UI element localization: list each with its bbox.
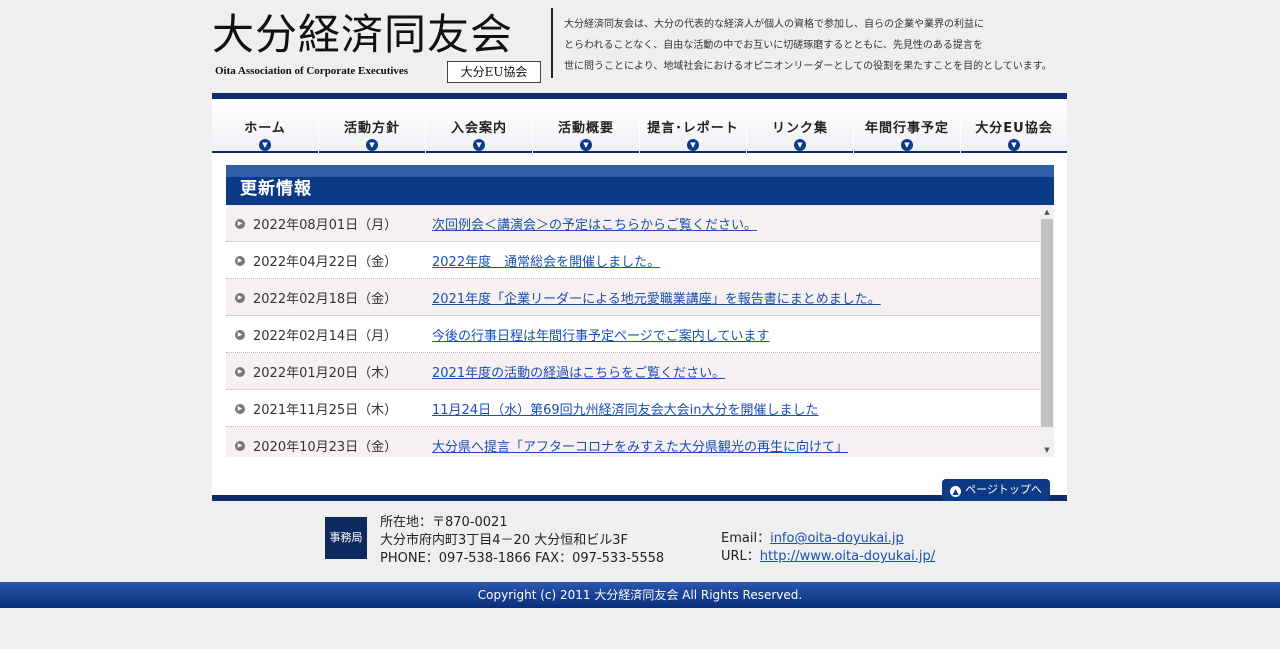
chevron-down-circle-icon: ▼	[259, 139, 271, 151]
news-link[interactable]: 2022年度 通常総会を開催しました。	[432, 251, 660, 270]
news-date: 2022年04月22日（金）	[253, 255, 398, 270]
news-date: 2021年11月25日（木）	[253, 403, 398, 418]
chevron-right-circle-icon: ▶	[235, 441, 245, 451]
news-item: ▶ 2022年08月01日（月） 次回例会＜講演会＞の予定はこちらからご覧くださ…	[226, 205, 1054, 242]
address-line: 所在地：〒870-0021	[380, 515, 508, 530]
news-date: 2022年01月20日（木）	[253, 366, 398, 381]
chevron-right-circle-icon: ▶	[235, 330, 245, 340]
address-line: PHONE：097-538-1866 FAX：097-533-5558	[380, 551, 665, 566]
intro-line: 大分経済同友会は、大分の代表的な経済人が個人の資格で参加し、自らの企業や業界の利…	[564, 19, 984, 30]
office-badge: 事務局	[325, 517, 367, 559]
nav-item-links[interactable]: リンク集 ▼	[747, 103, 853, 153]
news-date: 2022年02月18日（金）	[253, 292, 398, 307]
nav-item-policy[interactable]: 活動方針 ▼	[319, 103, 425, 153]
scroll-down-arrow-icon[interactable]: ▼	[1040, 443, 1054, 457]
nav-item-label: 入会案内	[450, 121, 507, 136]
nav-item-home[interactable]: ホーム ▼	[212, 103, 318, 153]
office-contact: Email：info@oita-doyukai.jp URL：http://ww…	[721, 530, 935, 566]
nav-item-activities[interactable]: 活動概要 ▼	[533, 103, 639, 153]
news-header: 更新情報	[226, 165, 1054, 205]
chevron-right-circle-icon: ▶	[235, 219, 245, 229]
site-logo[interactable]: 大分経済同友会	[212, 8, 513, 62]
main-frame: ホーム ▼ 活動方針 ▼ 入会案内 ▼ 活動概要 ▼ 提言･レポート ▼ リンク…	[212, 93, 1067, 501]
url-label: URL：	[721, 549, 760, 564]
nav-item-label: 活動概要	[557, 121, 614, 136]
nav-item-label: 提言･レポート	[647, 121, 739, 136]
email-label: Email：	[721, 531, 771, 546]
chevron-down-circle-icon: ▼	[473, 139, 485, 151]
site-logo-subtitle: Oita Association of Corporate Executives	[215, 65, 409, 77]
intro-line: 世に問うことにより、地域社会におけるオピニオンリーダーとしての役割を果たすことを…	[564, 61, 1052, 72]
nav-item-schedule[interactable]: 年間行事予定 ▼	[854, 103, 960, 153]
nav-item-reports[interactable]: 提言･レポート ▼	[640, 103, 746, 153]
url-row: URL：http://www.oita-doyukai.jp/	[721, 548, 935, 566]
site-header: 大分経済同友会 Oita Association of Corporate Ex…	[212, 8, 1072, 88]
news-link[interactable]: 大分県へ提言「アフターコロナをみすえた大分県観光の再生に向けて」	[432, 436, 848, 455]
news-date: 2022年02月14日（月）	[253, 329, 398, 344]
page-top-button[interactable]: ▲ ページトップへ	[942, 479, 1050, 501]
news-item: ▶ 2021年11月25日（木） 11月24日（水）第69回九州経済同友会大会i…	[226, 390, 1054, 427]
chevron-right-circle-icon: ▶	[235, 367, 245, 377]
intro-line: とらわれることなく、自由な活動の中でお互いに切磋琢磨するとともに、先見性のある提…	[564, 40, 983, 51]
page-top-label: ページトップへ	[965, 483, 1042, 496]
news-item: ▶ 2022年02月14日（月） 今後の行事日程は年間行事予定ページでご案内して…	[226, 316, 1054, 353]
intro-text: 大分経済同友会は、大分の代表的な経済人が個人の資格で参加し、自らの企業や業界の利…	[564, 14, 1084, 77]
chevron-down-circle-icon: ▼	[580, 139, 592, 151]
news-item: ▶ 2022年01月20日（木） 2021年度の活動の経過はこちらをご覧ください…	[226, 353, 1054, 390]
nav-item-label: 大分EU協会	[975, 121, 1053, 136]
news-title: 更新情報	[240, 179, 312, 199]
news-item: ▶ 2022年04月22日（金） 2022年度 通常総会を開催しました。	[226, 242, 1054, 279]
chevron-right-circle-icon: ▶	[235, 293, 245, 303]
chevron-down-circle-icon: ▼	[687, 139, 699, 151]
nav-item-label: リンク集	[771, 121, 828, 136]
email-link[interactable]: info@oita-doyukai.jp	[770, 531, 904, 546]
chevron-down-circle-icon: ▼	[794, 139, 806, 151]
news-link[interactable]: 2021年度の活動の経過はこちらをご覧ください。	[432, 362, 725, 381]
news-date: 2022年08月01日（月）	[253, 218, 398, 233]
scrollbar-thumb[interactable]	[1041, 219, 1053, 427]
nav-item-label: 年間行事予定	[864, 121, 949, 136]
news-link[interactable]: 11月24日（水）第69回九州経済同友会大会in大分を開催しました	[432, 399, 818, 418]
chevron-down-circle-icon: ▼	[1008, 139, 1020, 151]
address-line: 大分市府内町3丁目4－20 大分恒和ビル3F	[380, 533, 628, 548]
arrow-up-circle-icon: ▲	[950, 486, 962, 497]
news-link[interactable]: 2021年度「企業リーダーによる地元愛職業講座」を報告書にまとめました。	[432, 288, 881, 307]
chevron-right-circle-icon: ▶	[235, 404, 245, 414]
news-link[interactable]: 今後の行事日程は年間行事予定ページでご案内しています	[432, 325, 769, 344]
url-link[interactable]: http://www.oita-doyukai.jp/	[760, 549, 935, 564]
news-item: ▶ 2022年02月18日（金） 2021年度「企業リーダーによる地元愛職業講座…	[226, 279, 1054, 316]
news-link[interactable]: 次回例会＜講演会＞の予定はこちらからご覧ください。	[432, 214, 757, 233]
news-date: 2020年10月23日（金）	[253, 440, 398, 455]
scroll-up-arrow-icon[interactable]: ▲	[1040, 205, 1054, 219]
main-nav: ホーム ▼ 活動方針 ▼ 入会案内 ▼ 活動概要 ▼ 提言･レポート ▼ リンク…	[212, 103, 1067, 153]
nav-item-eu-association[interactable]: 大分EU協会 ▼	[961, 103, 1067, 153]
copyright-bar: Copyright (c) 2011 大分経済同友会 All Rights Re…	[0, 582, 1280, 608]
nav-item-label: 活動方針	[343, 121, 400, 136]
nav-item-membership[interactable]: 入会案内 ▼	[426, 103, 532, 153]
nav-item-label: ホーム	[244, 121, 286, 136]
chevron-right-circle-icon: ▶	[235, 256, 245, 266]
news-scrollbar[interactable]: ▲ ▼	[1040, 205, 1054, 457]
eu-association-badge[interactable]: 大分EU協会	[447, 61, 541, 83]
email-row: Email：info@oita-doyukai.jp	[721, 530, 935, 548]
news-item: ▶ 2020年10月23日（金） 大分県へ提言「アフターコロナをみすえた大分県観…	[226, 427, 1054, 457]
office-address: 所在地：〒870-0021 大分市府内町3丁目4－20 大分恒和ビル3F PHO…	[380, 514, 664, 568]
header-divider	[551, 8, 553, 78]
chevron-down-circle-icon: ▼	[366, 139, 378, 151]
chevron-down-circle-icon: ▼	[901, 139, 913, 151]
news-list[interactable]: ▶ 2022年08月01日（月） 次回例会＜講演会＞の予定はこちらからご覧くださ…	[226, 205, 1054, 457]
